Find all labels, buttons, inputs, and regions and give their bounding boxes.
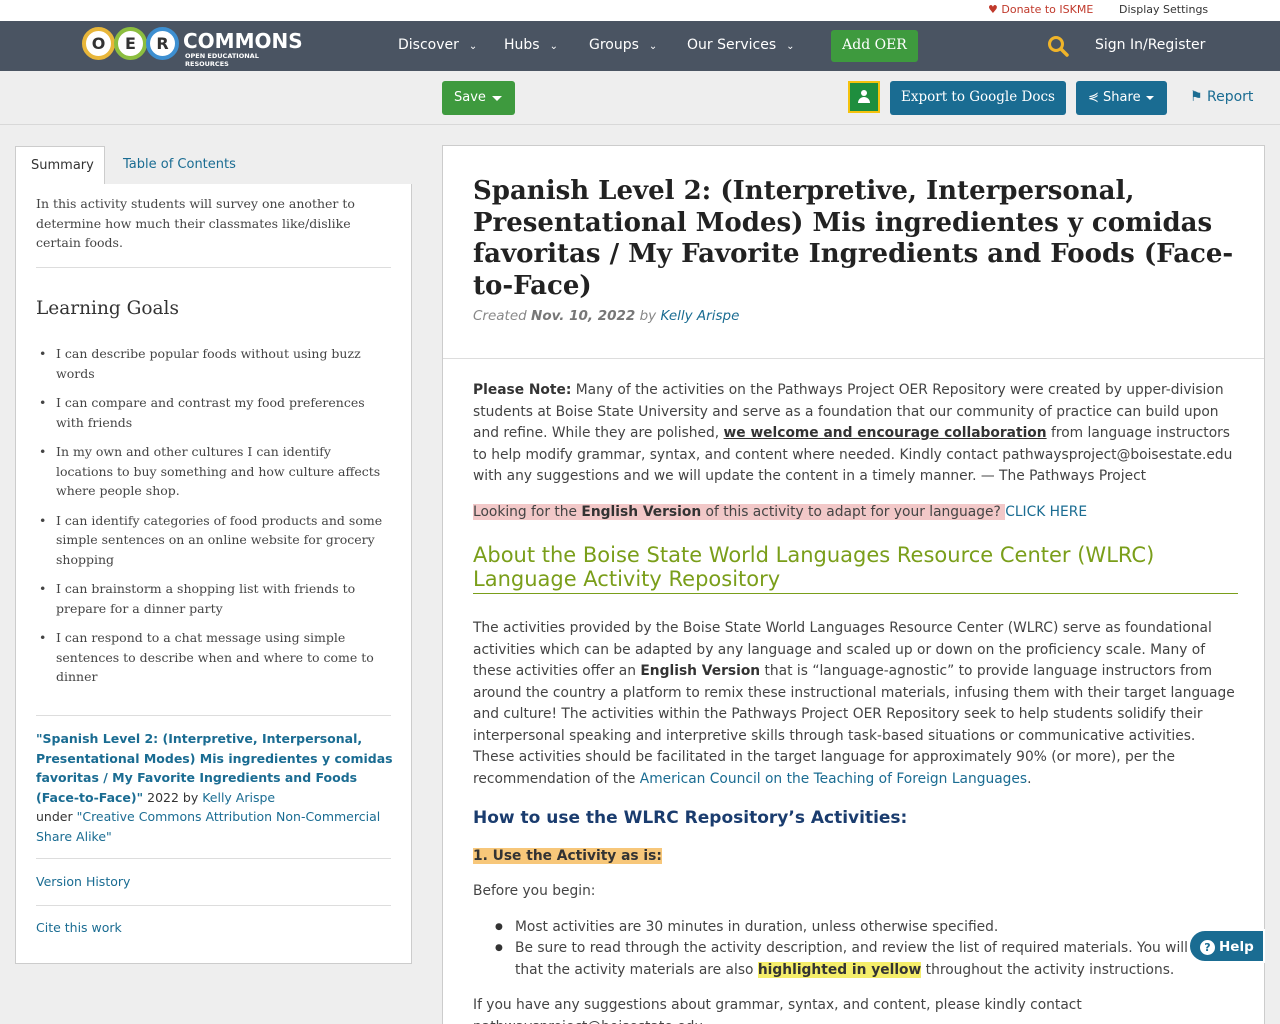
list-item: • I can describe popular foods without us… bbox=[39, 346, 361, 381]
chevron-down-icon: ⌄ bbox=[468, 41, 478, 52]
page-title: Spanish Level 2: (Interpretive, Interper… bbox=[473, 176, 1234, 301]
flag-icon: ⚑ bbox=[1190, 89, 1203, 105]
list-item: • I can identify categories of food produ… bbox=[39, 512, 383, 567]
attribution: "Spanish Level 2: (Interpretive, Interpe… bbox=[36, 731, 393, 844]
chevron-down-icon: ⌄ bbox=[786, 41, 795, 52]
logo-subtitle: OPEN EDUCATIONAL RESOURCES bbox=[185, 52, 259, 68]
nav-groups[interactable]: Groups ⌄ bbox=[589, 37, 657, 53]
list-item: • I can compare and contrast my food pref… bbox=[39, 395, 365, 430]
suggestions-paragraph: If you have any suggestions about gramma… bbox=[473, 997, 1082, 1024]
resource-toolbar: Save Export to Google Docs ⋞ Share ⚑ Rep… bbox=[0, 71, 1280, 125]
chevron-down-icon: ⌄ bbox=[648, 41, 658, 52]
caret-down-icon bbox=[492, 96, 502, 101]
list-item: Be sure to read through the activity des… bbox=[495, 938, 1238, 981]
license-link[interactable]: "Creative Commons Attribution Non-Commer… bbox=[36, 809, 380, 844]
main-nav: O E R COMMONS OPEN EDUCATIONAL RESOURCES… bbox=[0, 21, 1280, 71]
created-date: Nov. 10, 2022 bbox=[531, 308, 636, 324]
summary-text: In this activity students will survey on… bbox=[36, 196, 355, 250]
help-button[interactable]: ? Help bbox=[1188, 929, 1265, 963]
nav-hubs[interactable]: Hubs ⌄ bbox=[504, 37, 558, 53]
add-oer-button[interactable]: Add OER bbox=[831, 30, 918, 62]
question-icon: ? bbox=[1200, 940, 1215, 955]
heart-icon: ♥ bbox=[988, 3, 998, 16]
list-item: Most activities are 30 minutes in durati… bbox=[495, 917, 1238, 939]
resource-body: Please Note: Many of the activities on t… bbox=[473, 380, 1238, 1024]
sidebar-tabs: Summary Table of Contents bbox=[15, 146, 412, 186]
how-to-heading: How to use the WLRC Repository’s Activit… bbox=[473, 808, 908, 828]
divider bbox=[36, 858, 391, 859]
chevron-down-icon: ⌄ bbox=[549, 41, 558, 52]
divider bbox=[443, 358, 1264, 359]
export-google-docs-button[interactable]: Export to Google Docs bbox=[890, 81, 1066, 115]
english-version-paragraph: Looking for the English Version of this … bbox=[473, 503, 1088, 520]
author-link[interactable]: Kelly Arispe bbox=[660, 308, 739, 324]
display-settings-link[interactable]: Display Settings bbox=[1119, 3, 1208, 16]
oer-commons-logo[interactable]: O E R COMMONS OPEN EDUCATIONAL RESOURCES bbox=[82, 26, 303, 68]
tab-summary[interactable]: Summary bbox=[15, 146, 105, 186]
share-button[interactable]: ⋞ Share bbox=[1076, 81, 1167, 115]
step-one: 1. Use the Activity as is: bbox=[473, 847, 662, 864]
logo-letter-e: E bbox=[114, 27, 147, 60]
list-item: • In my own and other cultures I can iden… bbox=[39, 444, 381, 498]
donate-link[interactable]: ♥ Donate to ISKME bbox=[988, 3, 1093, 16]
sign-in-register-link[interactable]: Sign In/Register bbox=[1095, 37, 1205, 53]
caret-down-icon bbox=[1146, 96, 1154, 100]
utility-bar: ♥ Donate to ISKME Display Settings bbox=[0, 0, 1280, 21]
about-paragraph: The activities provided by the Boise Sta… bbox=[473, 620, 1235, 787]
learning-goals-title: Learning Goals bbox=[36, 298, 179, 319]
version-history-link[interactable]: Version History bbox=[36, 874, 130, 889]
divider bbox=[36, 715, 391, 716]
share-icon: ⋞ bbox=[1088, 90, 1099, 105]
divider bbox=[36, 267, 391, 268]
cite-this-work-link[interactable]: Cite this work bbox=[36, 920, 122, 935]
tab-table-of-contents[interactable]: Table of Contents bbox=[108, 146, 251, 185]
divider bbox=[36, 905, 391, 906]
click-here-link[interactable]: CLICK HERE bbox=[1005, 504, 1087, 520]
report-link[interactable]: ⚑ Report bbox=[1190, 89, 1253, 105]
resource-content: Spanish Level 2: (Interpretive, Interper… bbox=[442, 145, 1265, 1024]
logo-word: COMMONS bbox=[183, 29, 303, 53]
summary-panel: In this activity students will survey on… bbox=[15, 184, 412, 964]
learning-goals-list: • I can describe popular foods without us… bbox=[39, 344, 386, 697]
logo-letter-r: R bbox=[146, 27, 179, 60]
google-classroom-icon[interactable] bbox=[848, 81, 880, 113]
nav-our-services[interactable]: Our Services ⌄ bbox=[687, 37, 795, 53]
search-icon[interactable] bbox=[1047, 35, 1069, 57]
list-item: • I can respond to a chat message using s… bbox=[39, 630, 374, 684]
about-heading: About the Boise State World Languages Re… bbox=[473, 543, 1238, 594]
save-button[interactable]: Save bbox=[442, 81, 515, 115]
before-you-begin: Before you begin: bbox=[473, 883, 596, 899]
actfl-link[interactable]: American Council on the Teaching of Fore… bbox=[640, 771, 1027, 787]
logo-letter-o: O bbox=[82, 27, 115, 60]
before-list: Most activities are 30 minutes in durati… bbox=[495, 917, 1238, 982]
resource-meta: Created Nov. 10, 2022 by Kelly Arispe bbox=[473, 308, 740, 324]
note-paragraph: Please Note: Many of the activities on t… bbox=[473, 382, 1233, 484]
nav-discover[interactable]: Discover ⌄ bbox=[398, 37, 477, 53]
attribution-author-link[interactable]: Kelly Arispe bbox=[202, 790, 275, 805]
list-item: • I can brainstorm a shopping list with f… bbox=[39, 581, 356, 616]
